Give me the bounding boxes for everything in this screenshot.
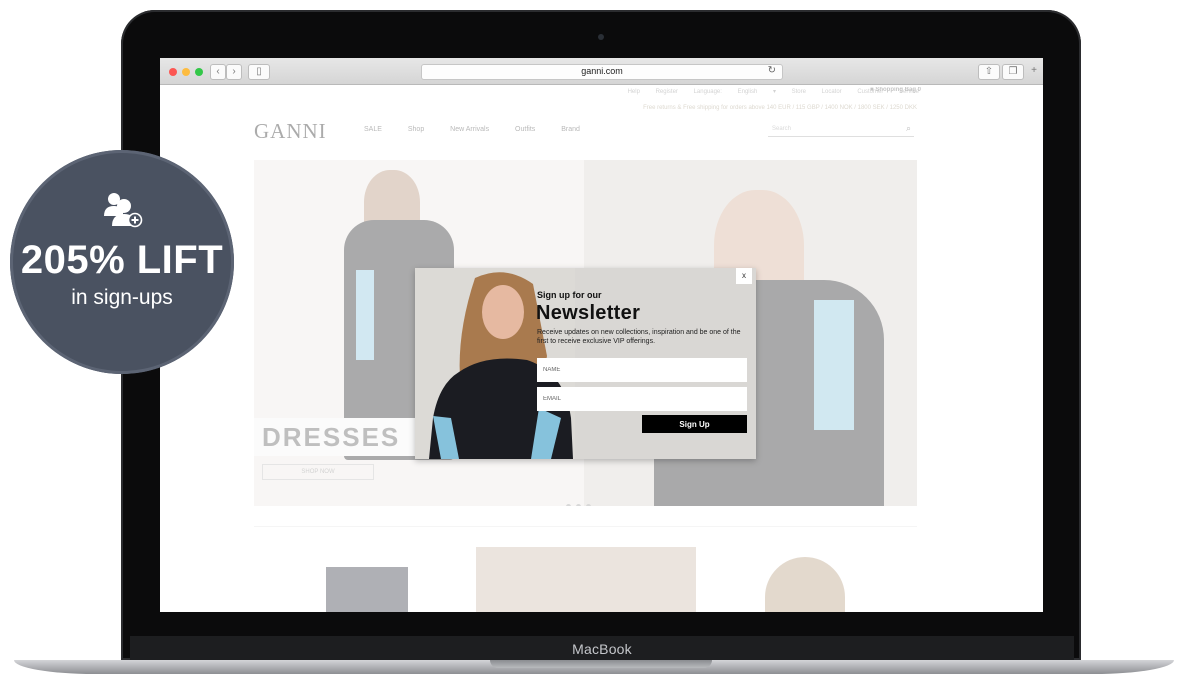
nav-item-sale[interactable]: SALE: [364, 126, 382, 133]
section-divider: [254, 526, 917, 527]
product-top[interactable]: [765, 557, 845, 612]
badge-value: 205% LIFT: [20, 238, 224, 282]
laptop-chin: MacBook: [130, 636, 1074, 662]
add-user-icon: [104, 193, 143, 228]
forward-button[interactable]: ›: [226, 64, 242, 80]
nav-item-shop[interactable]: Shop: [408, 126, 424, 133]
reload-icon[interactable]: ↻: [768, 65, 776, 76]
carousel-pager[interactable]: [566, 496, 596, 506]
close-window-button[interactable]: [169, 68, 177, 76]
webpage: Help Register Language: English ▾ Store …: [160, 85, 1043, 612]
newsletter-modal: x Sign up for our Newsletter Receive upd…: [415, 268, 756, 459]
search-icon[interactable]: ⌕: [906, 123, 911, 134]
product-skirt[interactable]: [326, 567, 408, 612]
shipping-note: Free returns & Free shipping for orders …: [643, 105, 917, 111]
site-search[interactable]: Search ⌕: [768, 123, 914, 137]
chevron-right-icon: ›: [232, 66, 236, 77]
main-nav: SALE Shop New Arrivals Outfits Brand: [364, 126, 604, 133]
plus-icon: +: [1031, 65, 1037, 76]
sidebar-icon: ▯: [256, 66, 262, 77]
bag-label: Shopping Bag 0: [875, 87, 921, 93]
chevron-left-icon: ‹: [216, 66, 220, 77]
back-button[interactable]: ‹: [210, 64, 226, 80]
site-logo[interactable]: GANNI: [254, 119, 327, 144]
share-button[interactable]: ⇧: [978, 64, 1000, 80]
badge-caption: in sign-ups: [71, 286, 173, 309]
modal-description: Receive updates on new collections, insp…: [537, 329, 741, 345]
email-field[interactable]: [537, 387, 747, 411]
nav-item-new-arrivals[interactable]: New Arrivals: [450, 126, 489, 133]
name-field[interactable]: [537, 358, 747, 382]
laptop-notch: [490, 660, 712, 668]
share-icon: ⇧: [984, 66, 994, 77]
nav-item-outfits[interactable]: Outfits: [515, 126, 535, 133]
url-text: ganni.com: [581, 66, 623, 76]
screen: ‹ › ▯ ganni.com ↻ ⇧ ❐ + Help Register La…: [160, 58, 1043, 612]
search-input[interactable]: Search: [772, 126, 791, 132]
sidebar-button[interactable]: ▯: [248, 64, 270, 80]
minimize-window-button[interactable]: [182, 68, 190, 76]
hero-category-label[interactable]: DRESSES: [254, 418, 417, 456]
new-tab-button[interactable]: +: [1027, 64, 1041, 78]
shop-now-button[interactable]: SHOP NOW: [262, 464, 374, 480]
device-label: MacBook: [572, 641, 632, 657]
modal-title: Newsletter: [536, 302, 641, 324]
hero-model-right-sleeve: [814, 300, 854, 430]
hero-model-sleeve: [356, 270, 374, 360]
tabs-button[interactable]: ❐: [1002, 64, 1024, 80]
camera: [598, 34, 604, 40]
tabs-icon: ❐: [1008, 66, 1018, 77]
browser-toolbar: ‹ › ▯ ganni.com ↻ ⇧ ❐ +: [160, 58, 1043, 85]
shopping-bag-link[interactable]: ■ Shopping Bag 0: [870, 87, 921, 93]
address-bar[interactable]: ganni.com ↻: [421, 64, 783, 80]
modal-kicker: Sign up for our: [537, 290, 602, 300]
product-sweater[interactable]: [476, 547, 696, 612]
close-modal-button[interactable]: x: [736, 268, 752, 284]
stat-badge: 205% LIFT in sign-ups: [10, 150, 234, 374]
zoom-window-button[interactable]: [195, 68, 203, 76]
sign-up-button[interactable]: Sign Up: [642, 415, 747, 433]
nav-item-brand[interactable]: Brand: [561, 126, 580, 133]
